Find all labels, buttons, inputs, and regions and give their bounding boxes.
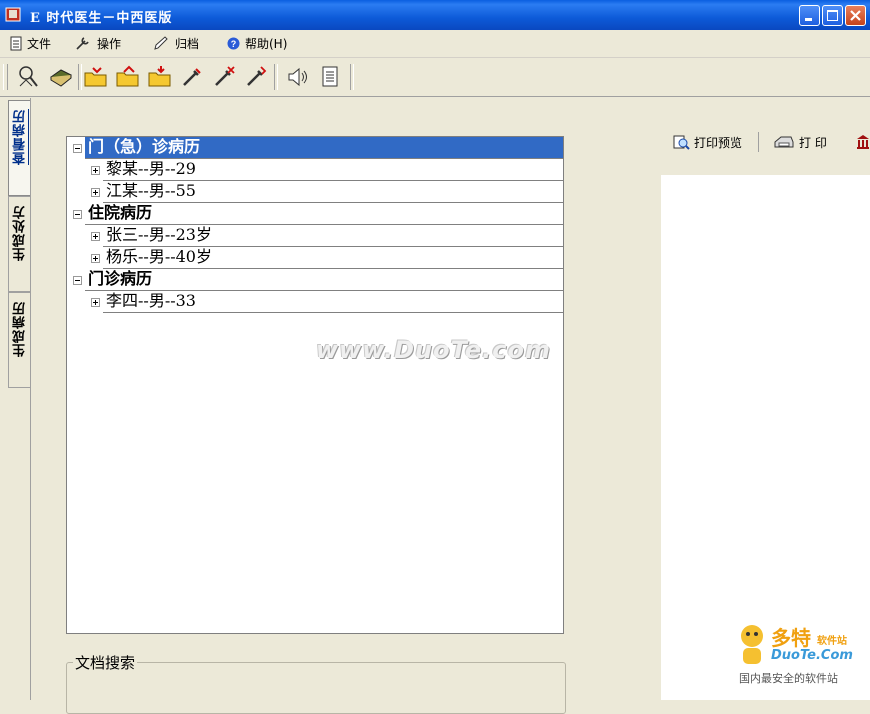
speaker-icon[interactable] [285, 64, 311, 90]
tree-group-outpatient[interactable]: 门诊病历 [85, 269, 563, 291]
menu-archive-label: 归档 [175, 36, 200, 51]
window-title: E 时代医生－中西医版 [30, 11, 173, 26]
wrench-icon [76, 37, 89, 50]
logo-tag: 软件站 [817, 636, 847, 647]
title-bar: E 时代医生－中西医版 [0, 0, 870, 30]
tree-group-label: 住院病历 [85, 203, 563, 225]
maximize-icon [827, 10, 838, 21]
tree-group-emergency[interactable]: 门（急）诊病历 [85, 137, 563, 159]
mascot-icon [741, 625, 763, 664]
close-preview-icon[interactable] [856, 134, 870, 150]
syringe-remove-icon[interactable] [211, 64, 237, 90]
toolbar-grip[interactable] [3, 64, 8, 90]
toolbar [0, 58, 870, 97]
menu-bar: 文件 操作 归档 ? 帮助(H) [0, 30, 870, 58]
watermark-text: www.DuoTe.com [316, 336, 551, 364]
tree-item[interactable]: 江某--男--55 [103, 181, 563, 203]
page-icon[interactable] [317, 64, 343, 90]
tree-group-label: 门诊病历 [85, 269, 563, 291]
toolbar-separator [274, 64, 278, 90]
record-tree[interactable]: 门（急）诊病历 黎某--男--29 江某--男--55 住院病历 张三--男--… [66, 136, 564, 634]
folder-open-icon[interactable] [83, 64, 109, 90]
printer-icon [774, 136, 794, 148]
syringe-edit-icon[interactable] [243, 64, 269, 90]
close-icon [850, 10, 861, 21]
tab-generate-prescription-label: 生成处方 [13, 205, 28, 261]
menu-operate[interactable]: 操作 [74, 34, 121, 52]
tab-generate-prescription[interactable]: 生成处方 [8, 196, 30, 292]
close-button[interactable] [845, 5, 866, 26]
tree-item-label: 张三--男--23岁 [103, 225, 563, 247]
tab-generate-record[interactable]: 生成病历 [8, 292, 30, 388]
help-icon: ? [227, 37, 240, 49]
search-person-icon[interactable] [16, 64, 42, 90]
print-label: 打 印 [799, 135, 827, 150]
expand-icon[interactable] [91, 188, 100, 197]
logo-slogan: 国内最安全的软件站 [739, 672, 838, 685]
collapse-icon[interactable] [73, 144, 82, 153]
tree-item[interactable]: 黎某--男--29 [103, 159, 563, 181]
menu-file-label: 文件 [27, 36, 52, 51]
collapse-icon[interactable] [73, 210, 82, 219]
maximize-button[interactable] [822, 5, 843, 26]
preview-toolbar-separator [758, 132, 759, 152]
document-search-legend: 文档搜索 [73, 652, 138, 673]
pencil-icon [154, 36, 168, 50]
print-button[interactable]: 打 印 [773, 128, 827, 156]
tab-panel-border [30, 98, 31, 700]
menu-help-label: 帮助(H) [245, 36, 288, 51]
app-icon[interactable] [5, 6, 22, 23]
print-preview-label: 打印预览 [694, 135, 743, 150]
menu-operate-label: 操作 [97, 36, 122, 51]
tree-item-label: 江某--男--55 [103, 181, 563, 203]
book-icon[interactable] [48, 64, 74, 90]
document-search-group: 文档搜索 [66, 652, 566, 714]
menu-file[interactable]: 文件 [10, 34, 51, 52]
tab-view-records-label: 查看病历 [13, 109, 28, 165]
tree-group-inpatient[interactable]: 住院病历 [85, 203, 563, 225]
menu-help[interactable]: ? 帮助(H) [227, 34, 287, 52]
print-preview-button[interactable]: 打印预览 [672, 128, 742, 156]
tab-generate-record-label: 生成病历 [13, 301, 28, 357]
svg-text:?: ? [231, 39, 237, 49]
expand-icon[interactable] [91, 232, 100, 241]
tree-item-label: 黎某--男--29 [103, 159, 563, 181]
tree-item[interactable]: 杨乐--男--40岁 [103, 247, 563, 269]
tree-item-label: 杨乐--男--40岁 [103, 247, 563, 269]
logo-domain: DuoTe.Com [771, 648, 853, 663]
minimize-button[interactable] [799, 5, 820, 26]
document-icon [10, 36, 22, 50]
tree-group-label: 门（急）诊病历 [85, 137, 563, 159]
tab-view-records[interactable]: 查看病历 [8, 100, 30, 196]
toolbar-separator [350, 64, 354, 90]
tree-item[interactable]: 李四--男--33 [103, 291, 563, 313]
print-preview-icon [673, 135, 690, 150]
syringe-icon[interactable] [179, 64, 205, 90]
folder-up-icon[interactable] [115, 64, 141, 90]
tree-item[interactable]: 张三--男--23岁 [103, 225, 563, 247]
toolbar-separator [78, 64, 82, 90]
expand-icon[interactable] [91, 298, 100, 307]
expand-icon[interactable] [91, 166, 100, 175]
collapse-icon[interactable] [73, 276, 82, 285]
logo-name: 多特 [771, 626, 811, 650]
folder-down-icon[interactable] [147, 64, 173, 90]
menu-archive[interactable]: 归档 [152, 34, 199, 52]
minimize-icon [805, 18, 812, 21]
duote-logo: 多特 软件站 DuoTe.Com 国内最安全的软件站 [735, 622, 870, 688]
tree-item-label: 李四--男--33 [103, 291, 563, 313]
expand-icon[interactable] [91, 254, 100, 263]
